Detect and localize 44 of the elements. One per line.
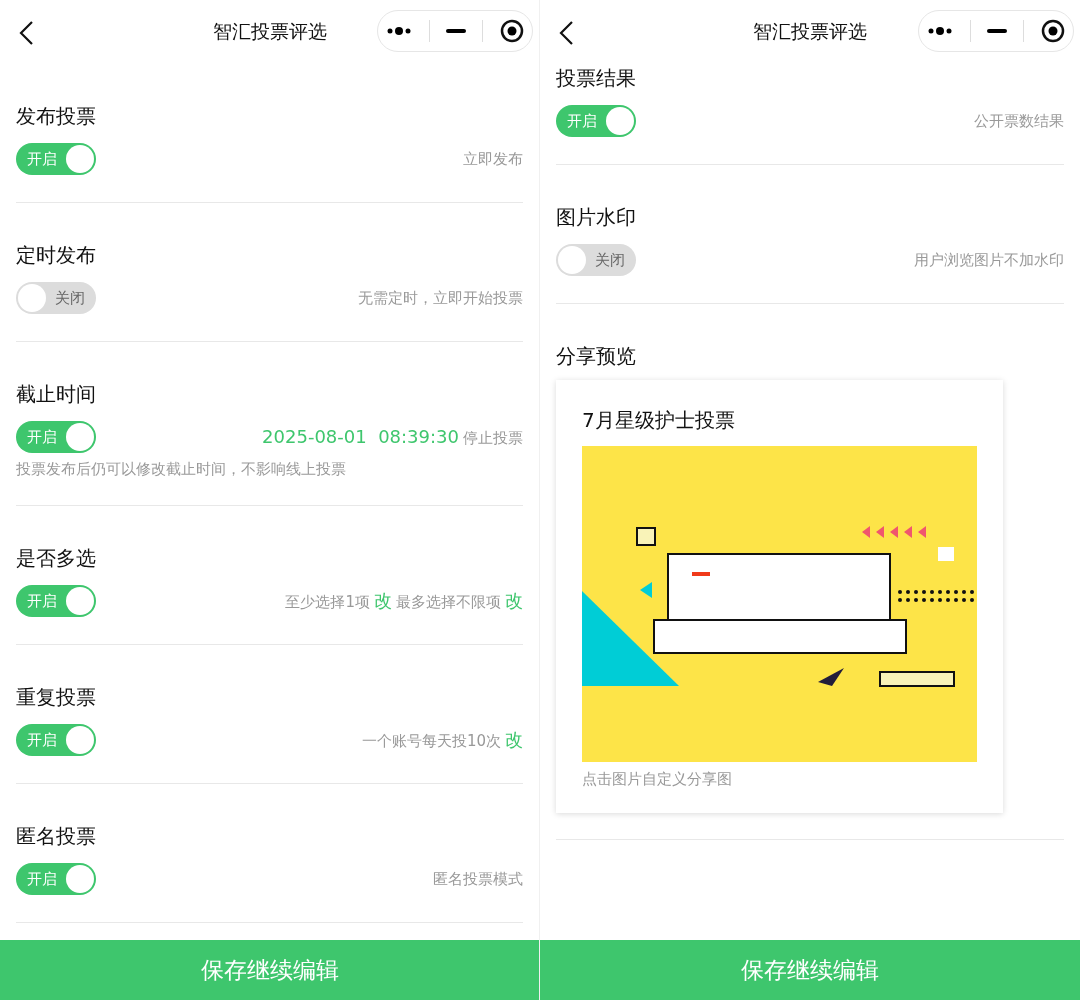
more-icon[interactable]: [927, 26, 954, 36]
setting-summary: 至少选择1项: [285, 593, 370, 612]
setting-summary: 用户浏览图片不加水印: [914, 250, 1064, 270]
save-button[interactable]: 保存继续编辑: [540, 940, 1080, 1000]
setting-title: 分享预览: [556, 343, 637, 370]
more-icon[interactable]: [386, 26, 413, 36]
toggle-switch[interactable]: 开启: [16, 585, 96, 617]
setting-title: 截止时间: [16, 381, 97, 408]
edit-link[interactable]: 改: [505, 589, 523, 613]
setting-note: 投票发布后仍可以修改截止时间，不影响线上投票: [16, 460, 347, 479]
toggle-switch[interactable]: 开启: [16, 143, 96, 175]
toggle-switch[interactable]: 关闭: [556, 244, 636, 276]
setting-summary: 立即发布: [463, 149, 523, 169]
setting-title: 投票结果: [556, 65, 637, 92]
poster-drawing[interactable]: [582, 446, 977, 762]
setting-summary: 停止投票: [463, 429, 523, 448]
toggle-switch[interactable]: 开启: [556, 105, 636, 137]
toggle-switch[interactable]: 开启: [16, 421, 96, 453]
end-time: 2025-08-01 08:39:30: [262, 426, 459, 447]
minimize-icon[interactable]: [445, 29, 466, 33]
page-title: 智汇投票评选: [753, 19, 867, 44]
page-title: 智汇投票评选: [212, 19, 327, 44]
setting-summary: 无需定时，立即开始投票: [358, 288, 523, 308]
back-icon[interactable]: [558, 20, 574, 46]
setting-summary: 公开票数结果: [974, 111, 1064, 131]
setting-title: 图片水印: [556, 204, 637, 231]
card-caption: 点击图片自定义分享图: [582, 770, 733, 789]
toggle-switch[interactable]: 关闭: [16, 282, 96, 314]
minimize-icon[interactable]: [986, 29, 1007, 33]
edit-link[interactable]: 改: [505, 728, 523, 752]
setting-title: 定时发布: [16, 242, 97, 269]
setting-summary: 一个账号每天投10次: [361, 732, 501, 751]
setting-title: 匿名投票: [16, 823, 97, 850]
toggle-switch[interactable]: 开启: [16, 863, 96, 895]
save-button[interactable]: 保存继续编辑: [0, 940, 539, 1000]
card-title: 7月星级护士投票: [582, 407, 736, 434]
setting-title: 是否多选: [16, 545, 97, 572]
back-icon[interactable]: [18, 20, 34, 46]
setting-title: 重复投票: [16, 684, 97, 711]
setting-summary: 匿名投票模式: [433, 869, 523, 889]
setting-title: 发布投票: [16, 103, 97, 130]
toggle-switch[interactable]: 开启: [16, 724, 96, 756]
edit-link[interactable]: 改: [374, 589, 392, 613]
setting-summary: 最多选择不限项: [396, 593, 501, 612]
